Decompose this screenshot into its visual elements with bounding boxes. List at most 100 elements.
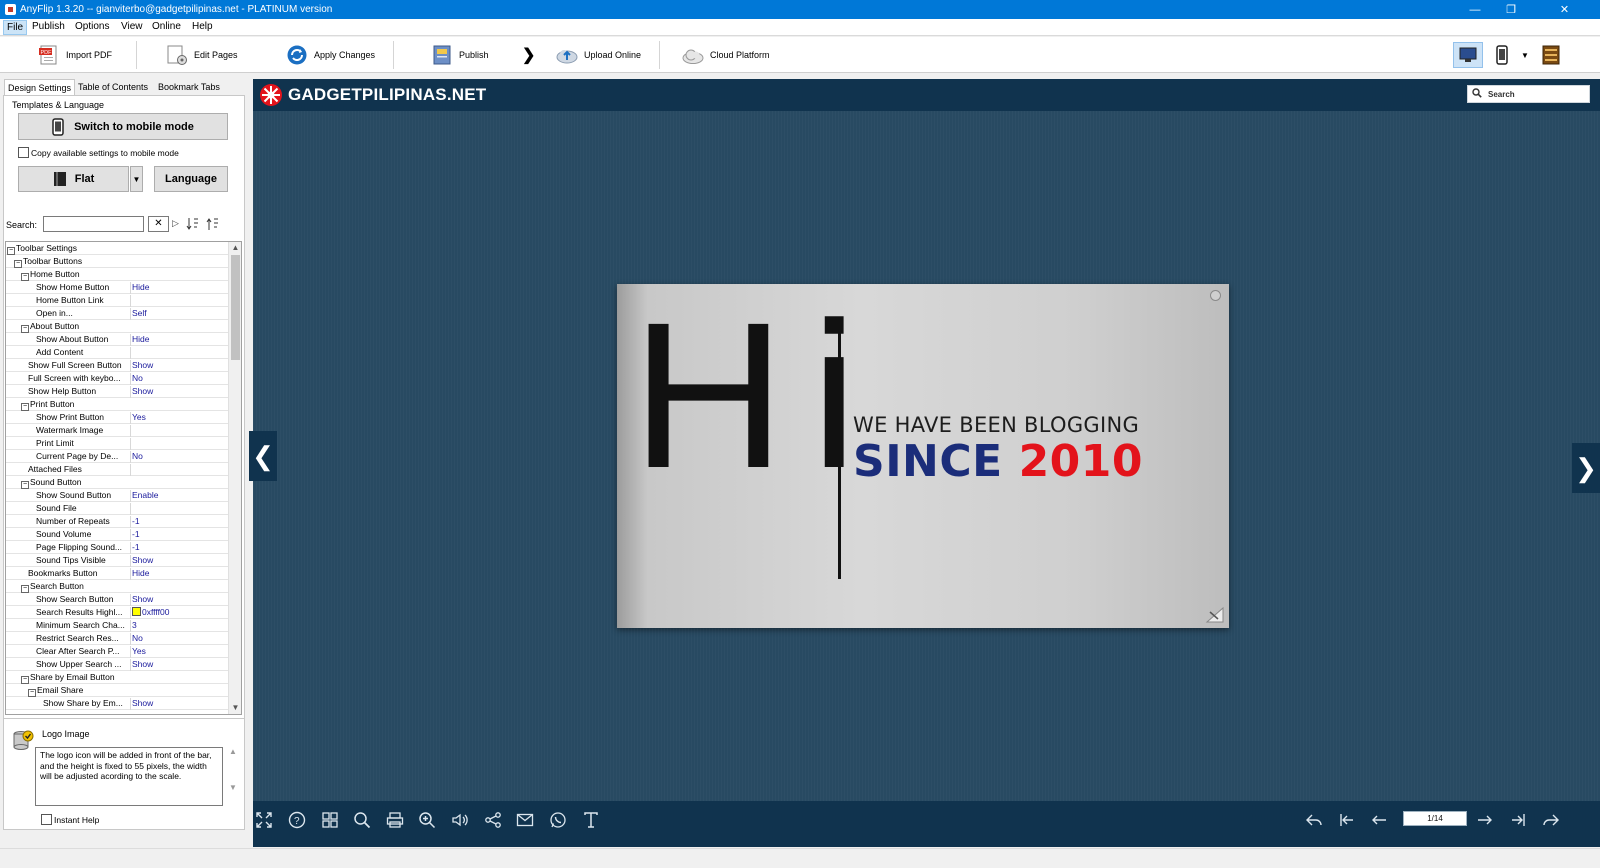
collapse-toggle-icon[interactable]: − <box>21 325 29 333</box>
tree-row[interactable]: Show Upper Search ... Show <box>6 658 228 671</box>
tree-row[interactable]: Show Search Button Show <box>6 593 228 606</box>
tree-row-value[interactable] <box>130 347 132 359</box>
tree-row-value[interactable]: Enable <box>130 490 158 502</box>
tree-row[interactable]: − Sound Button <box>6 476 228 489</box>
tree-row-value[interactable]: Show <box>130 360 153 372</box>
menu-publish[interactable]: Publish <box>29 21 68 32</box>
language-button[interactable]: Language <box>154 166 228 192</box>
tree-row[interactable]: Watermark Image <box>6 424 228 437</box>
tree-row[interactable]: Search Results Highl... 0xffff00 <box>6 606 228 619</box>
tree-row-value[interactable]: Show <box>130 555 153 567</box>
collapse-toggle-icon[interactable]: − <box>21 273 29 281</box>
close-button[interactable]: ✕ <box>1529 0 1600 19</box>
tree-row[interactable]: Current Page by De... No <box>6 450 228 463</box>
tree-row[interactable]: − Toolbar Buttons <box>6 255 228 268</box>
tree-row-value[interactable] <box>130 425 132 437</box>
tree-row-value[interactable] <box>130 438 132 450</box>
back-icon[interactable] <box>1303 809 1325 831</box>
tab-design-settings[interactable]: Design Settings <box>4 79 76 96</box>
tree-row-value[interactable]: Hide <box>130 334 149 346</box>
publish-button[interactable]: Publish <box>431 42 489 68</box>
search-icon[interactable] <box>351 809 373 831</box>
tree-row-value[interactable]: -1 <box>130 516 140 528</box>
preview-search-box[interactable]: Search <box>1467 85 1590 103</box>
tree-row-value[interactable]: Yes <box>130 646 146 658</box>
collapse-toggle-icon[interactable]: − <box>21 676 29 684</box>
zoom-in-icon[interactable] <box>416 809 438 831</box>
tree-row[interactable]: Sound File <box>6 502 228 515</box>
tree-row[interactable]: Open in... Self <box>6 307 228 320</box>
page-number-input[interactable]: 1/14 <box>1403 811 1467 826</box>
tree-row[interactable]: Restrict Search Res... No <box>6 632 228 645</box>
text-icon[interactable] <box>580 809 602 831</box>
fullscreen-icon[interactable] <box>253 809 275 831</box>
tree-row[interactable]: Attached Files <box>6 463 228 476</box>
edit-pages-button[interactable]: Edit Pages <box>166 42 238 68</box>
forward-icon[interactable] <box>1540 809 1562 831</box>
tree-row-value[interactable]: Hide <box>130 282 149 294</box>
upload-online-button[interactable]: Upload Online <box>556 42 641 68</box>
tree-scrollbar[interactable]: ▲ ▼ <box>228 242 241 714</box>
print-icon[interactable] <box>384 809 406 831</box>
tree-row[interactable]: − Toolbar Settings <box>6 242 228 255</box>
tree-row[interactable]: − Search Button <box>6 580 228 593</box>
scroll-down-arrow-icon[interactable]: ▼ <box>229 702 241 714</box>
sound-icon[interactable] <box>449 809 471 831</box>
tree-row[interactable]: Bookmarks Button Hide <box>6 567 228 580</box>
tree-row-value[interactable]: -1 <box>130 529 140 541</box>
share-icon[interactable] <box>482 809 504 831</box>
restore-button[interactable]: ❐ <box>1493 0 1529 19</box>
email-icon[interactable] <box>514 809 536 831</box>
desktop-view-button[interactable] <box>1453 42 1483 68</box>
tree-row[interactable]: − Print Button <box>6 398 228 411</box>
import-pdf-button[interactable]: PDF Import PDF <box>38 42 112 68</box>
tree-row[interactable]: Show Full Screen Button Show <box>6 359 228 372</box>
search-go-arrow-icon[interactable]: ▷ <box>172 218 179 229</box>
collapse-toggle-icon[interactable]: − <box>7 247 15 255</box>
collapse-toggle-icon[interactable]: − <box>21 481 29 489</box>
tab-bookmark-tabs[interactable]: Bookmark Tabs <box>155 79 223 95</box>
menu-file[interactable]: File <box>3 20 28 35</box>
publish-arrow-icon[interactable]: ❯ <box>522 42 535 68</box>
thumbnails-icon[interactable] <box>319 809 341 831</box>
prev-page-arrow-icon[interactable]: ❮ <box>249 431 277 481</box>
tree-row[interactable]: Number of Repeats -1 <box>6 515 228 528</box>
view-dropdown-arrow-icon[interactable]: ▼ <box>1521 42 1529 68</box>
tree-row[interactable]: Show Share by Em... Show <box>6 697 228 710</box>
tree-row-value[interactable]: Show <box>130 659 153 671</box>
help-scrollbar[interactable]: ▲ ▼ <box>227 747 239 806</box>
tree-row[interactable]: Sound Tips Visible Show <box>6 554 228 567</box>
menu-help[interactable]: Help <box>189 21 216 32</box>
tree-row-value[interactable]: Hide <box>130 568 149 580</box>
tree-row-value[interactable]: Show <box>130 594 153 606</box>
tree-row-value[interactable]: Show <box>130 698 153 710</box>
next-page-arrow-icon[interactable]: ❯ <box>1572 443 1600 493</box>
tree-row-value[interactable]: 3 <box>130 620 137 632</box>
template-dropdown-arrow-icon[interactable]: ▼ <box>130 166 143 192</box>
collapse-toggle-icon[interactable]: − <box>21 585 29 593</box>
settings-search-input[interactable] <box>43 216 144 232</box>
tree-row-value[interactable]: No <box>130 633 143 645</box>
cloud-platform-button[interactable]: Cloud Platform <box>682 42 770 68</box>
tree-row[interactable]: − Email Share <box>6 684 228 697</box>
tree-row[interactable]: − Home Button <box>6 268 228 281</box>
tab-table-of-contents[interactable]: Table of Contents <box>75 79 151 95</box>
color-swatch[interactable] <box>132 607 141 616</box>
collapse-toggle-icon[interactable]: − <box>14 260 22 268</box>
tree-row-value[interactable] <box>130 464 132 476</box>
page-curl-icon[interactable] <box>1205 606 1225 624</box>
tree-row-value[interactable]: -1 <box>130 542 140 554</box>
menu-view[interactable]: View <box>118 21 146 32</box>
scroll-up-arrow-icon[interactable]: ▲ <box>229 242 241 254</box>
menu-online[interactable]: Online <box>149 21 184 32</box>
tree-row[interactable]: − Share by Email Button <box>6 671 228 684</box>
search-up-icon[interactable] <box>206 216 220 232</box>
tree-row-value[interactable]: Self <box>130 308 147 320</box>
prev-page-icon[interactable] <box>1368 809 1390 831</box>
tree-row[interactable]: Show Sound Button Enable <box>6 489 228 502</box>
tree-row[interactable]: Show Print Button Yes <box>6 411 228 424</box>
copy-settings-checkbox[interactable] <box>18 147 29 158</box>
template-flat-button[interactable]: Flat <box>18 166 129 192</box>
tree-row[interactable]: Page Flipping Sound... -1 <box>6 541 228 554</box>
apply-changes-button[interactable]: Apply Changes <box>286 42 375 68</box>
